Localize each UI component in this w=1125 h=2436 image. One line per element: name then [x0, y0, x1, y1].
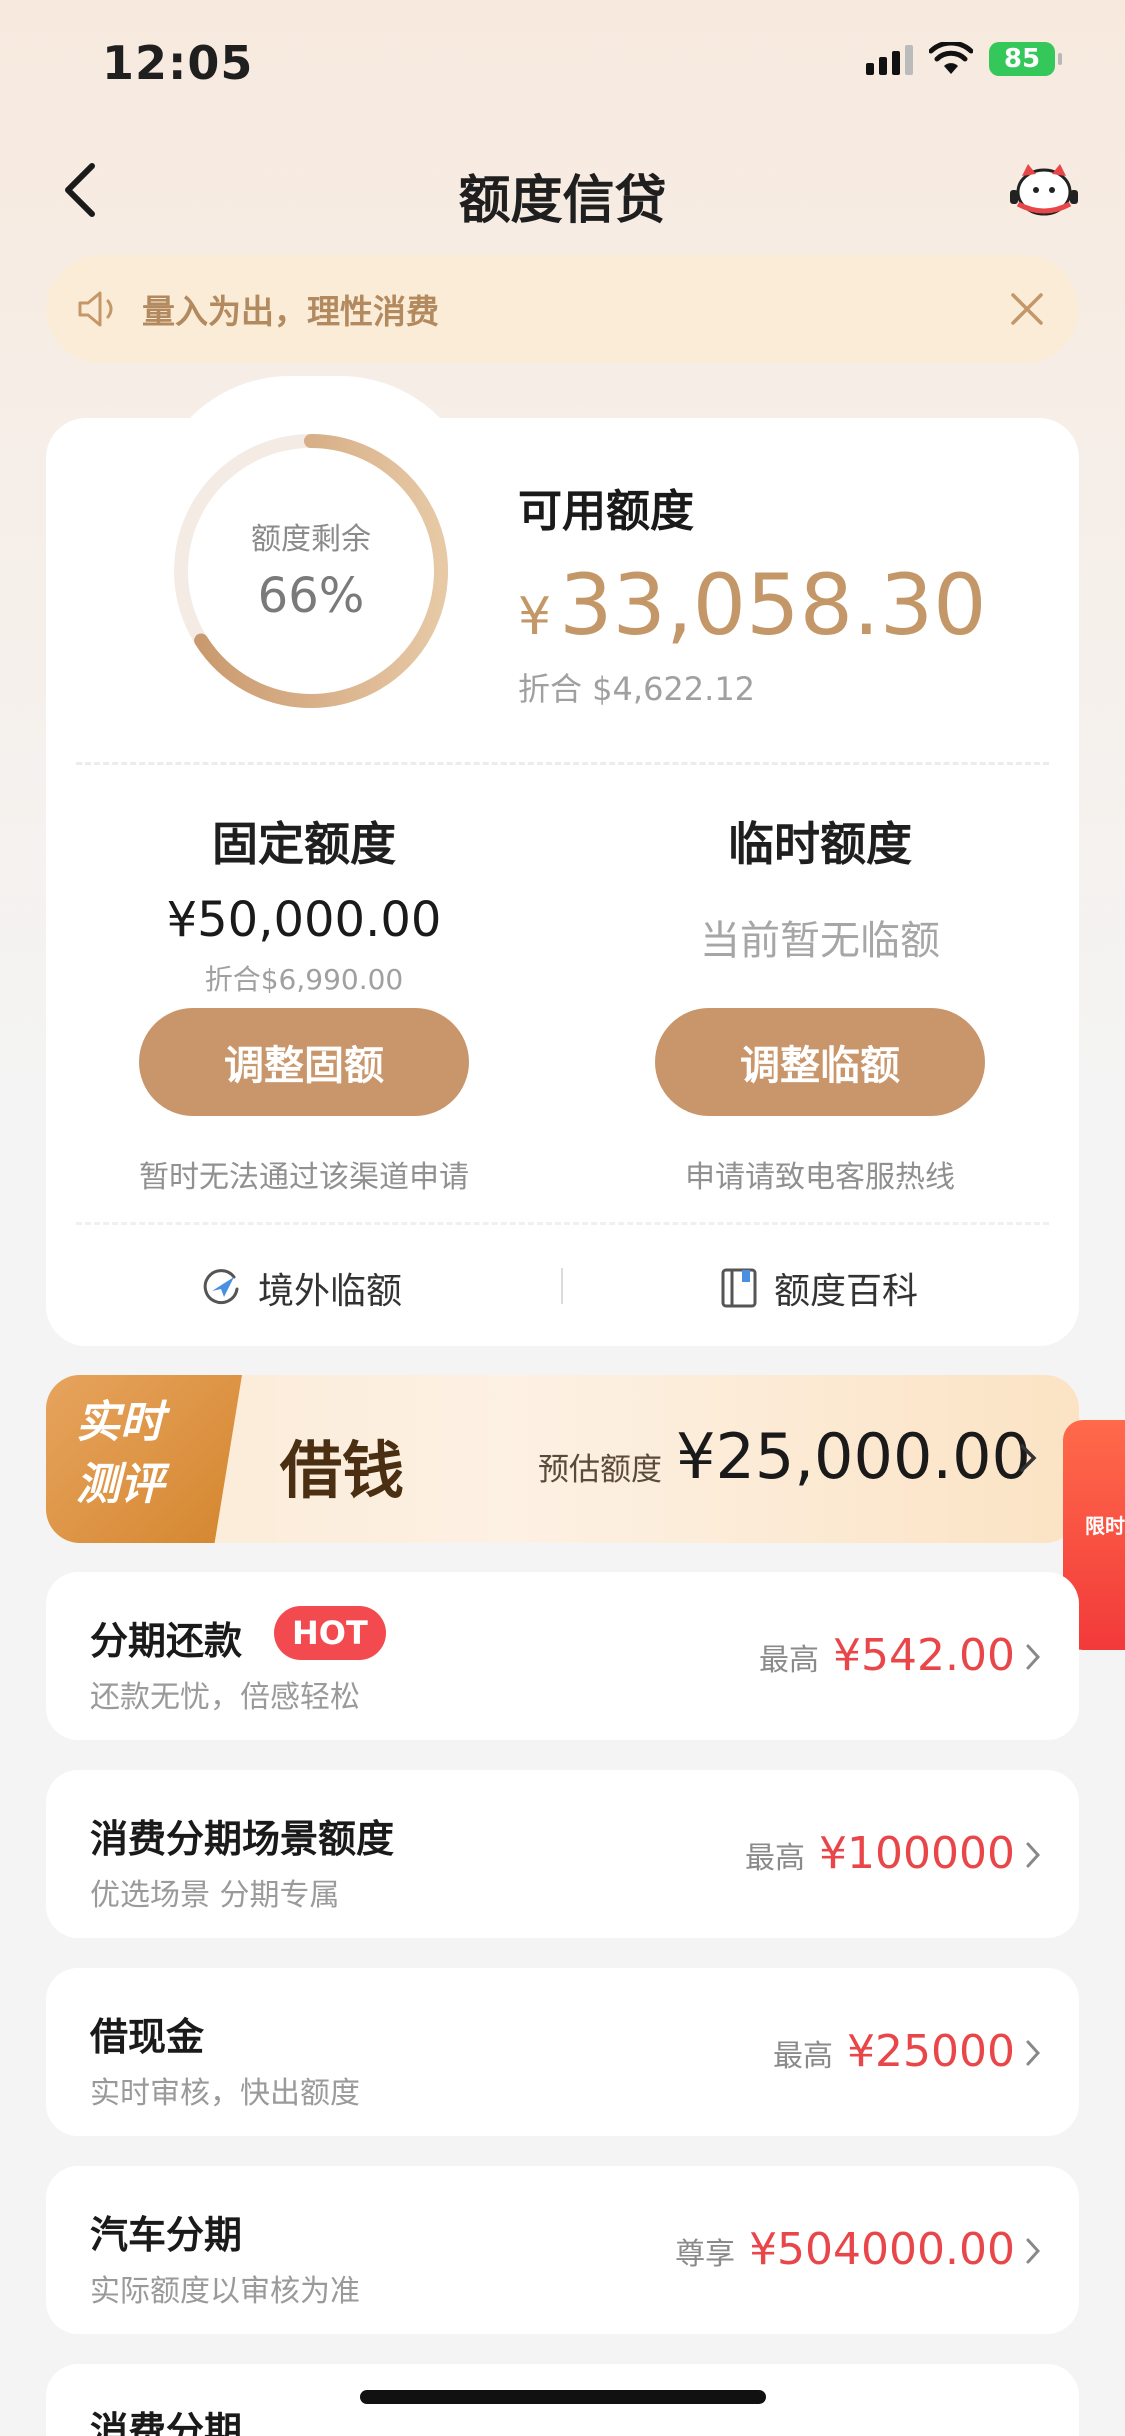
fixed-quota-note: 暂时无法通过该渠道申请: [139, 1160, 469, 1195]
divider: [76, 1222, 1049, 1225]
status-time: 12:05: [102, 36, 254, 90]
globe-plane-icon: [203, 1269, 239, 1305]
product-subtitle: 实时审核，快出额度: [90, 2076, 360, 2111]
product-prefix: 尊享: [675, 2237, 736, 2272]
product-prefix: 最高: [759, 1643, 820, 1678]
badge-line: 测评: [76, 1459, 164, 1510]
quota-wiki-link[interactable]: 额度百科: [720, 1262, 918, 1314]
temp-quota-title: 临时额度: [728, 817, 912, 871]
product-title: 借现金: [90, 2015, 205, 2059]
hot-badge: HOT: [274, 1606, 386, 1660]
product-prefix: 最高: [745, 1841, 806, 1876]
product-subtitle: 优选场景 分期专属: [90, 1878, 340, 1913]
adjust-temp-button[interactable]: 调整临额: [655, 1008, 985, 1116]
available-converted: 折合 $4,622.12: [518, 670, 756, 708]
chevron-right-icon: [1026, 1842, 1041, 1868]
chevron-right-icon: [1026, 2040, 1041, 2066]
fixed-quota-amount: ¥50,000.00: [166, 892, 442, 948]
product-value: ¥100000: [819, 1828, 1015, 1879]
badge-line: 实时: [76, 1397, 164, 1448]
tool-label: 境外临额: [258, 1271, 403, 1312]
product-title: 分期还款: [90, 1619, 243, 1663]
floating-promo-text: 限时: [1085, 1514, 1125, 1538]
fixed-quota-title: 固定额度: [212, 817, 396, 871]
available-amount: ¥ 33,058.30: [518, 556, 987, 654]
ring-label: 额度剩余: [251, 522, 371, 557]
wifi-icon: [929, 42, 973, 74]
available-currency: ¥: [518, 587, 552, 647]
product-title: 汽车分期: [90, 2213, 243, 2257]
product-title: 消费分期: [90, 2409, 243, 2436]
product-value: ¥25000: [847, 2026, 1015, 2077]
temp-quota-status: 当前暂无临额: [700, 918, 940, 964]
product-value: ¥542.00: [833, 1630, 1015, 1681]
book-icon: [721, 1268, 757, 1308]
divider: [561, 1268, 563, 1304]
divider: [76, 762, 1049, 765]
home-indicator: [360, 2390, 766, 2404]
page-title: 额度信贷: [458, 171, 667, 231]
product-subtitle: 实际额度以审核为准: [90, 2274, 360, 2309]
speaker-icon: [78, 291, 113, 327]
tool-label: 额度百科: [774, 1271, 919, 1312]
adjust-fixed-button[interactable]: 调整固额: [139, 1008, 469, 1116]
battery-level: 85: [1003, 44, 1041, 74]
ring-percent: 66%: [257, 568, 365, 624]
status-icons: 85: [866, 42, 1062, 76]
chevron-right-icon: [1026, 2238, 1041, 2264]
available-label: 可用额度: [518, 486, 694, 537]
realtime-eval-text: 实时 测评: [76, 1392, 226, 1516]
product-limit: 最高 ¥542.00: [759, 1630, 1015, 1681]
chevron-right-icon: [1026, 1644, 1041, 1670]
close-icon[interactable]: [1005, 287, 1049, 331]
cellular-signal-icon: [866, 43, 913, 75]
product-value: ¥504000.00: [749, 2224, 1015, 2275]
chevron-right-icon: [1020, 1444, 1037, 1472]
estimate-label: 预估额度: [538, 1452, 662, 1488]
battery-icon: 85: [989, 42, 1062, 76]
mascot-service-icon[interactable]: [1008, 160, 1080, 220]
product-limit: 最高 ¥100000: [745, 1828, 1015, 1879]
product-prefix: 最高: [773, 2039, 834, 2074]
available-amount-value: 33,058.30: [559, 556, 987, 654]
estimate-amount: ¥25,000.00: [676, 1420, 1031, 1493]
temp-quota-note: 申请请致电客服热线: [685, 1160, 955, 1195]
product-limit: 尊享 ¥504000.00: [675, 2224, 1015, 2275]
product-subtitle: 还款无忧，倍感轻松: [90, 1680, 360, 1715]
product-limit: 最高 ¥25000: [773, 2026, 1015, 2077]
notice-bar: 量入为出，理性消费: [46, 255, 1079, 363]
overseas-temp-quota-link[interactable]: 境外临额: [200, 1262, 402, 1314]
product-title: 消费分期场景额度: [90, 1817, 395, 1861]
fixed-quota-converted: 折合$6,990.00: [204, 963, 404, 996]
notice-text: 量入为出，理性消费: [142, 292, 439, 331]
loan-title: 借钱: [280, 1434, 405, 1507]
